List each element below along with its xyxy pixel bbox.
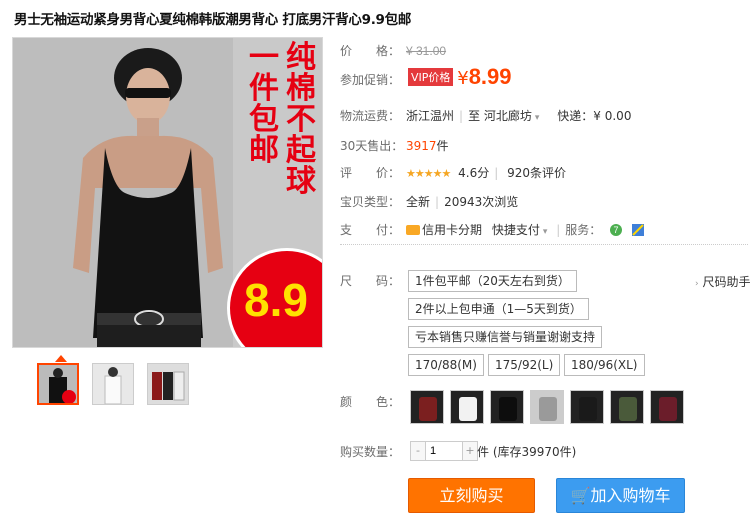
quantity-stepper[interactable]: - +	[410, 441, 478, 461]
size-label: 尺 码：	[340, 274, 401, 288]
promo-text-free-shipping: 一件包邮	[249, 40, 279, 168]
quantity-minus-button[interactable]: -	[411, 442, 425, 460]
color-swatch[interactable]	[450, 390, 484, 424]
review-count-link[interactable]: 920条评价	[507, 166, 566, 180]
size-option[interactable]: 2件以上包申通（1—5天到货）	[408, 298, 589, 320]
thumbnail-2[interactable]	[92, 363, 134, 405]
seven-day-return-icon: 7	[610, 224, 623, 236]
svg-text:7: 7	[614, 225, 619, 235]
payment-row: 支 付： 信用卡分期 快捷支付 ▾ | 服务： 7	[340, 221, 645, 238]
quantity-plus-button[interactable]: +	[463, 442, 477, 460]
guarantee-icon	[631, 224, 644, 236]
cart-icon: 🛒	[570, 486, 591, 505]
color-swatch[interactable]	[570, 390, 604, 424]
promo-price: 8.99	[468, 64, 512, 89]
color-swatch[interactable]	[530, 390, 564, 424]
size-option[interactable]: 1件包平邮（20天左右到货）	[408, 270, 577, 292]
product-title: 男士无袖运动紧身男背心夏纯棉韩版潮男背心 打底男汗背心9.9包邮	[14, 12, 412, 28]
buy-now-button[interactable]: 立刻购买	[408, 478, 535, 513]
stock-info: 件 (库存39970件)	[477, 445, 577, 459]
add-to-cart-button[interactable]: 🛒加入购物车	[556, 478, 685, 513]
promo-price-row: 参加促销： VIP价格 ¥8.99	[340, 64, 512, 89]
color-swatch[interactable]	[650, 390, 684, 424]
credit-card-icon	[406, 225, 420, 235]
quantity-label: 购买数量：	[340, 445, 401, 459]
size-option[interactable]: 170/88(M)	[408, 354, 484, 376]
rating-row: 评 价： ★★★★★ 4.6分 | 920条评价	[340, 166, 567, 180]
main-product-image: 一件包邮 纯棉不起球 8.9	[12, 37, 323, 348]
size-option[interactable]: 175/92(L)	[488, 354, 561, 376]
shipping-row: 物流运费： 浙江温州 | 至 河北廊坊 ▾ 快递：¥ 0.00	[340, 109, 632, 123]
color-swatch[interactable]	[490, 390, 524, 424]
shipping-destination[interactable]: 河北廊坊	[484, 109, 532, 123]
original-price: ¥ 31.00	[406, 44, 447, 58]
thumbnail-1[interactable]	[37, 363, 79, 405]
sales-row: 30天售出： 3917件	[340, 139, 449, 153]
color-label: 颜 色：	[340, 395, 401, 409]
size-helper-link[interactable]: › 尺码助手	[695, 273, 750, 290]
color-swatch[interactable]	[410, 390, 444, 424]
item-type-row: 宝贝类型： 全新 | 20943次浏览	[340, 195, 519, 209]
sales-count: 3917	[406, 139, 437, 153]
thumb-selected-arrow	[55, 355, 67, 362]
divider	[340, 244, 748, 245]
rating-stars: ★★★★★	[406, 167, 451, 180]
promo-text-cotton: 纯棉不起球	[286, 40, 316, 199]
chevron-down-icon[interactable]: ▾	[535, 113, 540, 123]
size-option[interactable]: 180/96(XL)	[564, 354, 645, 376]
size-option[interactable]: 亏本销售只赚信誉与销量谢谢支持	[408, 326, 603, 348]
thumbnail-list	[37, 363, 189, 405]
chevron-down-icon[interactable]: ▾	[543, 227, 548, 237]
quantity-input[interactable]	[425, 442, 463, 460]
thumbnail-3[interactable]	[147, 363, 189, 405]
original-price-row: 价 格： ¥ 31.00	[340, 44, 447, 58]
vip-price-tag: VIP价格	[408, 68, 454, 86]
color-swatch[interactable]	[610, 390, 644, 424]
